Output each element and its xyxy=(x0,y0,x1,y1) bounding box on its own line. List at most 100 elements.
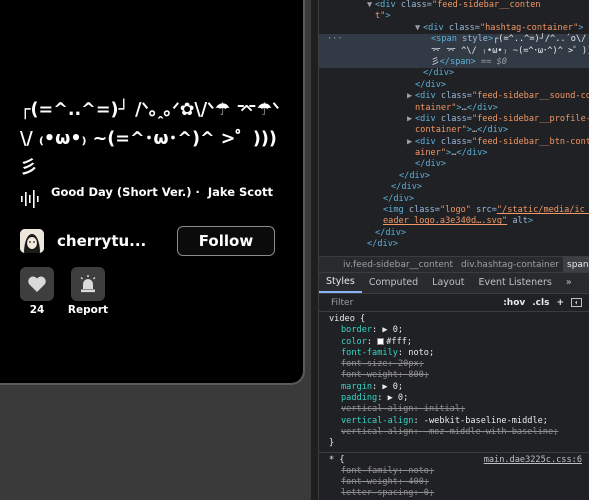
expand-triangle-icon[interactable]: ▼ xyxy=(415,23,423,34)
css-declaration[interactable]: padding: ▶ 0; xyxy=(329,393,582,404)
username[interactable]: cherrytu... xyxy=(57,232,177,250)
dom-line[interactable]: </div> xyxy=(319,228,589,239)
css-declaration[interactable]: font-weight: 400; xyxy=(329,477,582,488)
css-rule-universal[interactable]: * { main.dae3225c.css:6 font-family: not… xyxy=(319,453,589,500)
filter-input[interactable]: Filter xyxy=(331,298,503,308)
css-declaration[interactable]: vertical-align: -webkit-baseline-middle; xyxy=(329,416,582,427)
sound-text: Good Day (Short Ver.) · Jake Scott xyxy=(51,184,273,200)
avatar[interactable] xyxy=(20,229,44,253)
dom-tree[interactable]: ▼ <div class="feed-sidebar__conten t"> ▼ <… xyxy=(319,0,589,256)
css-declaration[interactable]: vertical-align: initial; xyxy=(329,404,582,415)
css-value[interactable]: noto; xyxy=(408,348,434,358)
toggle-sidebar-icon[interactable] xyxy=(571,298,582,307)
dom-line[interactable]: ▼ <div class="feed-sidebar__conten xyxy=(319,0,589,11)
devtools-panel: ▼ <div class="feed-sidebar__conten t"> ▼ <… xyxy=(318,0,589,500)
css-declaration[interactable]: font-weight: 800; xyxy=(329,370,582,381)
breadcrumb-item[interactable]: div.hashtag-container xyxy=(457,260,563,270)
css-value[interactable]: -webkit-baseline-middle; xyxy=(424,416,548,426)
dom-line[interactable]: </div> xyxy=(319,80,589,91)
css-property[interactable]: font-weight xyxy=(341,477,398,487)
css-property[interactable]: font-weight xyxy=(341,370,398,380)
expand-triangle-icon[interactable]: ▼ xyxy=(367,0,375,11)
styles-pane[interactable]: video { border: ▶ 0; color: #fff; font-fam… xyxy=(319,312,589,500)
dom-line: ntainer">…</div> xyxy=(415,102,498,113)
css-declaration[interactable]: margin: ▶ 0; xyxy=(329,382,582,393)
sidebar-tabs: Styles Computed Layout Event Listeners » xyxy=(319,273,589,294)
css-rule-video[interactable]: video { border: ▶ 0; color: #fff; font-fam… xyxy=(319,312,589,453)
css-declaration[interactable]: vertical-align: -moz-middle-with-baselin… xyxy=(329,427,582,438)
dom-line[interactable]: </div> xyxy=(319,182,589,193)
like-button[interactable] xyxy=(20,267,54,301)
rule-selector[interactable]: video { xyxy=(329,314,582,325)
css-declaration[interactable]: color: #fff; xyxy=(329,337,582,348)
expand-triangle-icon[interactable]: ▶ xyxy=(407,91,415,102)
report-button[interactable] xyxy=(71,267,105,301)
hashtag-text[interactable]: ┌(=^..^=)┘ /ᐠ｡ꞈ｡ᐟ✿\/ᐠ☂ ⌤☂ᐠ\/ ₍•ω•₎ ~(=^･… xyxy=(20,96,290,183)
css-value[interactable]: 20px; xyxy=(398,359,424,369)
dom-line-selected: 彡</span> == $0 xyxy=(319,56,589,69)
expand-triangle-icon[interactable]: ▶ xyxy=(407,137,415,148)
dom-line[interactable]: ▶ <div class="feed-sidebar__btn-cont xyxy=(319,137,589,148)
dom-line-selected[interactable]: ··· <span style>┌(=^..^=)┘/^..´o\/ xyxy=(319,34,589,46)
css-value[interactable]: #fff; xyxy=(386,337,412,347)
dom-line[interactable]: ▼ <div class="hashtag-container"> xyxy=(319,23,589,34)
dom-line[interactable]: </div> xyxy=(319,171,589,182)
color-swatch-icon[interactable] xyxy=(377,337,385,345)
css-property[interactable]: vertical-align xyxy=(341,427,413,437)
css-declaration[interactable]: font-size: 20px; xyxy=(329,359,582,370)
css-value[interactable]: 0; xyxy=(424,488,434,498)
css-value[interactable]: ▶ 0; xyxy=(382,325,403,335)
dom-line[interactable]: ▶ <div class="feed-sidebar__profile- xyxy=(319,114,589,125)
hover-state-button[interactable]: :hov xyxy=(503,298,525,308)
css-value[interactable]: ▶ 0; xyxy=(382,382,403,392)
css-property[interactable]: font-family xyxy=(341,348,398,358)
tab-styles[interactable]: Styles xyxy=(319,272,362,293)
css-value[interactable]: ▶ 0; xyxy=(388,393,409,403)
css-property[interactable]: vertical-align xyxy=(341,404,413,414)
css-value[interactable]: noto; xyxy=(408,466,434,476)
tab-computed[interactable]: Computed xyxy=(362,272,425,293)
breadcrumb-item-active[interactable]: span xyxy=(563,257,589,272)
css-value[interactable]: 400; xyxy=(408,477,429,487)
class-toggle-button[interactable]: .cls xyxy=(532,298,549,308)
dom-line[interactable]: ▶ <div class="feed-sidebar__sound-co xyxy=(319,91,589,102)
css-property[interactable]: color xyxy=(341,337,367,347)
dom-line[interactable]: </div> xyxy=(319,239,589,250)
css-value[interactable]: -moz-middle-with-baseline; xyxy=(424,427,559,437)
breadcrumb-item[interactable]: iv.feed-sidebar__content xyxy=(319,260,457,270)
rule-declarations: font-family: noto; font-weight: 400; lette… xyxy=(329,466,582,500)
more-tabs-icon[interactable]: » xyxy=(559,272,579,293)
css-property[interactable]: margin xyxy=(341,382,372,392)
css-property[interactable]: letter-spacing xyxy=(341,488,413,498)
dom-line[interactable]: <img class="logo" src="/static/media/ic_… xyxy=(319,205,589,216)
css-declaration[interactable]: letter-spacing: 0; xyxy=(329,488,582,499)
dom-line[interactable]: </div> xyxy=(319,68,589,79)
css-declaration[interactable]: font-family: noto; xyxy=(329,348,582,359)
app-viewport: ┌(=^..^=)┘ /ᐠ｡ꞈ｡ᐟ✿\/ᐠ☂ ⌤☂ᐠ\/ ₍•ω•₎ ~(=^･… xyxy=(0,0,311,500)
css-declaration[interactable]: border: ▶ 0; xyxy=(329,325,582,336)
css-property[interactable]: border xyxy=(341,325,372,335)
video-frame[interactable]: ┌(=^..^=)┘ /ᐠ｡ꞈ｡ᐟ✿\/ᐠ☂ ⌤☂ᐠ\/ ₍•ω•₎ ~(=^･… xyxy=(0,0,305,385)
rule-selector[interactable]: * { xyxy=(329,455,345,465)
follow-button[interactable]: Follow xyxy=(177,226,275,256)
css-property[interactable]: font-family xyxy=(341,466,398,476)
css-declaration[interactable]: font-family: noto; xyxy=(329,466,582,477)
css-property[interactable]: vertical-align xyxy=(341,416,413,426)
stylesheet-link[interactable]: main.dae3225c.css:6 xyxy=(484,455,582,466)
dom-line: ainer">…</div> xyxy=(415,148,488,159)
css-value[interactable]: initial; xyxy=(424,404,465,414)
css-property[interactable]: font-size xyxy=(341,359,388,369)
expand-triangle-icon[interactable]: ▶ xyxy=(407,114,415,125)
css-property[interactable]: padding xyxy=(341,393,377,403)
report-label: Report xyxy=(67,304,109,316)
siren-icon xyxy=(80,275,96,293)
dom-line[interactable]: </div> xyxy=(319,159,589,170)
dom-line[interactable]: </div> xyxy=(319,194,589,205)
css-value[interactable]: 800; xyxy=(408,370,429,380)
tab-event-listeners[interactable]: Event Listeners xyxy=(471,272,558,293)
soundwave-icon xyxy=(21,190,39,208)
new-rule-button[interactable]: + xyxy=(556,298,564,308)
sound-row[interactable]: Good Day (Short Ver.) · Jake Scott xyxy=(20,184,290,208)
sound-title: Good Day (Short Ver.) · xyxy=(51,185,200,199)
tab-layout[interactable]: Layout xyxy=(425,272,471,293)
